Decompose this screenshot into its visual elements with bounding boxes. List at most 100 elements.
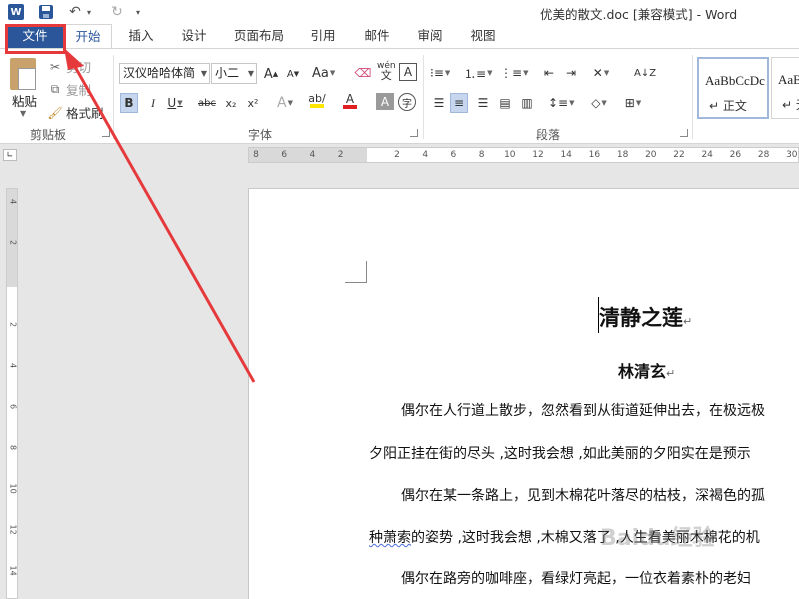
multilevel-list-button[interactable]: ⋮≡ ▼: [500, 63, 528, 83]
numbering-button[interactable]: ⒈≡ ▼: [464, 63, 492, 83]
tab-view[interactable]: 视图: [462, 24, 504, 48]
font-family-value: 汉仪哈哈体简: [123, 66, 196, 80]
ruler-tick: 6: [450, 150, 457, 160]
line-spacing-button[interactable]: ↕≡ ▼: [548, 93, 575, 113]
paste-dropdown-icon[interactable]: ▼: [20, 109, 26, 118]
ruler-tick: 6: [281, 150, 288, 160]
chevron-down-icon: ▼: [247, 69, 254, 78]
tab-home[interactable]: 开始: [64, 24, 112, 49]
paste-icon[interactable]: [10, 58, 36, 90]
clear-format-icon[interactable]: ⌫: [354, 63, 372, 83]
horizontal-ruler[interactable]: 8 6 4 2 2 4 6 8 10 12 14 16 18 20 22 24 26 28 30: [248, 147, 799, 163]
distributed-icon[interactable]: ▥: [518, 93, 536, 113]
word-logo-icon: W: [8, 4, 24, 20]
tab-mailings[interactable]: 邮件: [356, 24, 398, 48]
borders-button[interactable]: ⊞ ▼: [624, 93, 642, 113]
tab-review[interactable]: 审阅: [409, 24, 451, 48]
style-no-spacing[interactable]: AaBl ↵ 无: [771, 57, 799, 119]
save-icon[interactable]: [39, 5, 53, 19]
vertical-ruler-tick: 12: [8, 524, 18, 535]
document-page[interactable]: 清静之莲↵ 林清玄↵ 偶尔在人行道上散步，忽然看到从街道延伸出去，在极远极 夕阳…: [248, 188, 799, 599]
clipboard-launcher-icon[interactable]: [102, 129, 110, 137]
style-preview: AaBl: [778, 72, 799, 87]
author-text: 林清玄: [618, 362, 667, 381]
tab-page-layout[interactable]: 页面布局: [228, 24, 290, 48]
customize-quick-access-icon[interactable]: ▾: [132, 3, 144, 21]
tab-design[interactable]: 设计: [173, 24, 215, 48]
title-bar: W ↶ ▾ ↻ ▾ 优美的散文.doc [兼容模式] - Word: [0, 0, 799, 24]
font-size-select[interactable]: 小二 ▼: [211, 63, 257, 84]
decrease-indent-icon[interactable]: ⇤: [540, 63, 558, 83]
superscript-button[interactable]: x²: [244, 93, 262, 113]
paragraph-mark: ↵: [683, 315, 693, 328]
sort-icon[interactable]: A↓Z: [634, 63, 656, 83]
change-case-button[interactable]: Aa ▼: [312, 63, 335, 83]
paragraph-line: 偶尔在人行道上散步，忽然看到从街道延伸出去，在极远极: [401, 403, 765, 419]
italic-button[interactable]: I: [144, 93, 162, 113]
phonetic-guide-button[interactable]: wén 文: [377, 61, 396, 82]
ruler-tick: 2: [337, 150, 344, 160]
char-border-button[interactable]: A: [399, 63, 417, 81]
chinese-layout-button[interactable]: ✕ ▼: [592, 63, 610, 83]
tab-insert[interactable]: 插入: [120, 24, 162, 48]
font-family-select[interactable]: 汉仪哈哈体简 ▼: [119, 63, 210, 84]
undo-dropdown-icon[interactable]: ▾: [84, 3, 94, 21]
underline-button[interactable]: U ▼: [166, 93, 184, 113]
cut-button[interactable]: ✂ 剪切: [48, 57, 91, 76]
ruler-tick: 30: [786, 150, 798, 160]
ruler-tick: 14: [560, 150, 572, 160]
char-shading-button[interactable]: A: [376, 93, 394, 110]
watermark: Baidu经验: [600, 526, 715, 551]
undo-icon[interactable]: ↶: [66, 3, 84, 21]
align-left-icon[interactable]: ☰: [430, 93, 448, 113]
highlight-color-swatch: [310, 104, 324, 108]
ruler-tick: 8: [253, 150, 259, 160]
align-right-icon[interactable]: ☰: [474, 93, 492, 113]
font-launcher-icon[interactable]: [410, 129, 418, 137]
vertical-ruler-tick: 2: [8, 239, 18, 246]
redo-icon[interactable]: ↻: [108, 3, 126, 21]
increase-indent-icon[interactable]: ⇥: [562, 63, 580, 83]
paragraph-group-label: 段落: [536, 128, 561, 142]
document-author: 林清玄↵: [618, 358, 675, 382]
group-divider: [692, 55, 693, 139]
text-effects-button[interactable]: A ▼: [276, 93, 294, 113]
ruler-tick: 26: [729, 150, 742, 160]
copy-icon: ⧉: [50, 82, 60, 96]
ruler-tick: 20: [645, 150, 657, 160]
document-title: 优美的散文.doc [兼容模式] - Word: [540, 7, 738, 22]
shading-button[interactable]: ◇ ▼: [590, 93, 608, 113]
grow-font-button[interactable]: A ▲: [262, 64, 280, 84]
tab-selector-icon[interactable]: ∟: [3, 149, 17, 161]
bullets-button[interactable]: ⁝≡ ▼: [430, 63, 450, 83]
shrink-font-button[interactable]: A ▼: [284, 64, 302, 84]
font-color-button[interactable]: A: [341, 91, 359, 111]
bold-button[interactable]: B: [120, 93, 138, 113]
enclose-characters-button[interactable]: 字: [398, 93, 416, 111]
strikethrough-button[interactable]: abc: [198, 93, 216, 113]
style-preview: AaBbCcDc: [705, 73, 765, 88]
format-painter-button[interactable]: 🖌 格式刷: [47, 103, 103, 122]
justify-icon[interactable]: ▤: [496, 93, 514, 113]
style-name: ↵ 正文: [709, 99, 747, 113]
font-group-label: 字体: [248, 128, 273, 142]
ruler-tick: 28: [757, 150, 770, 160]
paragraph-line: 夕阳正挂在街的尽头 ,这时我会想 ,如此美丽的夕阳实在是预示: [369, 446, 751, 462]
style-normal[interactable]: AaBbCcDc ↵ 正文: [697, 57, 769, 119]
group-divider: [113, 55, 114, 139]
paragraph-launcher-icon[interactable]: [680, 129, 688, 137]
vertical-ruler[interactable]: 4 2 2 4 6 8 10 12 14: [6, 188, 18, 599]
ruler-tick: 4: [422, 150, 429, 160]
tab-references[interactable]: 引用: [302, 24, 344, 48]
align-center-icon[interactable]: ≡: [450, 93, 468, 113]
clipboard-group-label: 剪贴板: [30, 128, 67, 142]
vertical-ruler-tick: 6: [8, 403, 18, 410]
paste-button-label[interactable]: 粘贴: [12, 91, 37, 110]
subscript-button[interactable]: x₂: [222, 93, 240, 113]
vertical-ruler-tick: 4: [8, 362, 18, 369]
copy-button[interactable]: ⧉ 复制: [48, 80, 91, 99]
wen-char-icon: 文: [380, 69, 392, 82]
highlight-button[interactable]: ab/: [308, 91, 326, 111]
tab-file[interactable]: 文件: [6, 24, 64, 48]
paragraph-line: 偶尔在某一条路上，见到木棉花叶落尽的枯枝，深褐色的孤: [401, 488, 765, 504]
